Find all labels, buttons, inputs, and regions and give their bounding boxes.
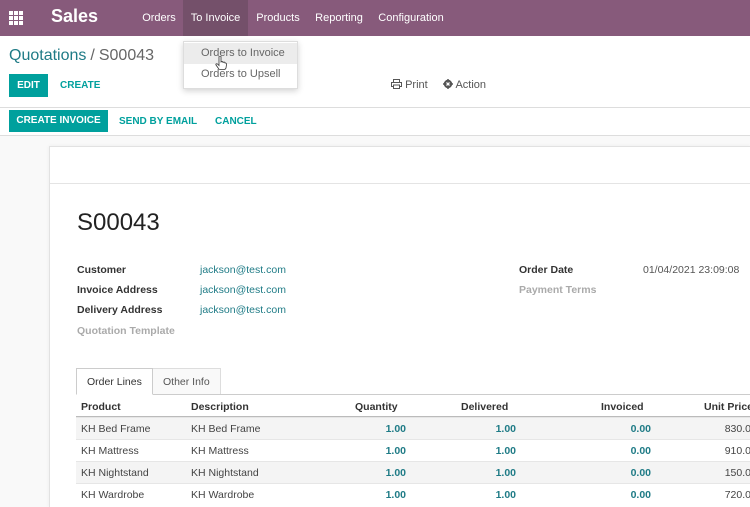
cell-description: KH Bed Frame — [191, 423, 261, 435]
cell-quantity: 1.00 — [385, 467, 406, 479]
cell-unit-price: 830.0 — [724, 423, 750, 435]
cell-description: KH Wardrobe — [191, 489, 255, 501]
cell-product: KH Mattress — [81, 445, 139, 457]
gear-icon — [443, 79, 453, 89]
invoice-address-label: Invoice Address — [77, 284, 158, 296]
cell-product: KH Wardrobe — [81, 489, 145, 501]
cell-unit-price: 910.0 — [724, 445, 750, 457]
delivery-address-field[interactable]: jackson@test.com — [200, 304, 286, 316]
breadcrumb-quotations[interactable]: Quotations — [9, 47, 86, 64]
menu-reporting[interactable]: Reporting — [308, 0, 370, 36]
col-unit-price[interactable]: Unit Price — [704, 401, 750, 413]
create-invoice-button[interactable]: CREATE INVOICE — [9, 110, 108, 132]
tab-underline — [76, 394, 750, 395]
menu-configuration[interactable]: Configuration — [371, 0, 451, 36]
menu-orders[interactable]: Orders — [135, 0, 183, 36]
cell-quantity: 1.00 — [385, 489, 406, 501]
send-by-email-button[interactable]: SEND BY EMAIL — [119, 116, 197, 127]
apps-grid-icon[interactable] — [9, 11, 23, 25]
cell-description: KH Mattress — [191, 445, 249, 457]
create-button[interactable]: CREATE — [60, 80, 100, 91]
breadcrumb: Quotations / S00043 — [9, 47, 154, 65]
edit-button[interactable]: EDIT — [9, 74, 48, 97]
tab-order-lines[interactable]: Order Lines — [76, 368, 153, 395]
cell-unit-price: 720.0 — [724, 489, 750, 501]
cell-product: KH Nightstand — [81, 467, 149, 479]
print-icon — [391, 79, 402, 89]
print-button[interactable]: Print — [391, 79, 428, 91]
col-invoiced[interactable]: Invoiced — [601, 401, 644, 413]
status-bar: CREATE INVOICE SEND BY EMAIL CANCEL — [0, 108, 750, 136]
control-panel: Quotations / S00043 EDIT CREATE Print Acti… — [0, 36, 750, 108]
col-delivered[interactable]: Delivered — [461, 401, 508, 413]
cell-delivered: 1.00 — [495, 467, 516, 479]
dropdown-orders-to-invoice[interactable]: Orders to Invoice — [184, 43, 297, 64]
customer-label: Customer — [77, 264, 127, 276]
cell-delivered: 1.00 — [495, 423, 516, 435]
order-date-field[interactable]: 01/04/2021 23:09:08 — [643, 264, 739, 276]
hand-cursor-icon — [215, 56, 227, 70]
to-invoice-dropdown: Orders to Invoice Orders to Upsell — [183, 41, 298, 89]
dropdown-orders-to-upsell[interactable]: Orders to Upsell — [184, 64, 297, 85]
invoice-address-field[interactable]: jackson@test.com — [200, 284, 286, 296]
col-product[interactable]: Product — [81, 401, 121, 413]
cell-quantity: 1.00 — [385, 445, 406, 457]
cancel-button[interactable]: CANCEL — [215, 116, 257, 127]
cell-invoiced: 0.00 — [630, 445, 651, 457]
breadcrumb-current: S00043 — [98, 47, 155, 64]
sheet-header-divider — [50, 183, 750, 184]
top-navbar: Sales Orders To Invoice Products Reporti… — [0, 0, 750, 36]
col-description[interactable]: Description — [191, 401, 249, 413]
cell-invoiced: 0.00 — [630, 489, 651, 501]
cell-delivered: 1.00 — [495, 445, 516, 457]
col-quantity[interactable]: Quantity — [355, 401, 398, 413]
tab-other-info[interactable]: Other Info — [152, 368, 221, 395]
action-button[interactable]: Action — [443, 79, 486, 91]
delivery-address-label: Delivery Address — [77, 304, 163, 316]
table-row[interactable]: KH Wardrobe KH Wardrobe 1.00 1.00 0.00 7… — [76, 483, 750, 505]
payment-terms-label: Payment Terms — [519, 284, 597, 296]
cell-invoiced: 0.00 — [630, 423, 651, 435]
cell-delivered: 1.00 — [495, 489, 516, 501]
action-label: Action — [455, 79, 487, 91]
print-label: Print — [405, 79, 428, 91]
record-title: S00043 — [77, 209, 160, 236]
table-row[interactable]: KH Bed Frame KH Bed Frame 1.00 1.00 0.00… — [76, 417, 750, 439]
cell-product: KH Bed Frame — [81, 423, 151, 435]
cell-invoiced: 0.00 — [630, 467, 651, 479]
customer-field[interactable]: jackson@test.com — [200, 264, 286, 276]
menu-products[interactable]: Products — [249, 0, 307, 36]
app-title[interactable]: Sales — [51, 6, 98, 27]
cell-description: KH Nightstand — [191, 467, 259, 479]
table-row[interactable]: KH Mattress KH Mattress 1.00 1.00 0.00 9… — [76, 439, 750, 461]
table-row[interactable]: KH Nightstand KH Nightstand 1.00 1.00 0.… — [76, 461, 750, 483]
cell-quantity: 1.00 — [385, 423, 406, 435]
order-date-label: Order Date — [519, 264, 574, 276]
form-sheet: S00043 Customer jackson@test.com Invoice… — [49, 146, 750, 507]
menu-to-invoice[interactable]: To Invoice — [183, 0, 248, 36]
breadcrumb-separator: / — [90, 47, 95, 64]
quotation-template-label: Quotation Template — [77, 325, 175, 337]
cell-unit-price: 150.0 — [724, 467, 750, 479]
